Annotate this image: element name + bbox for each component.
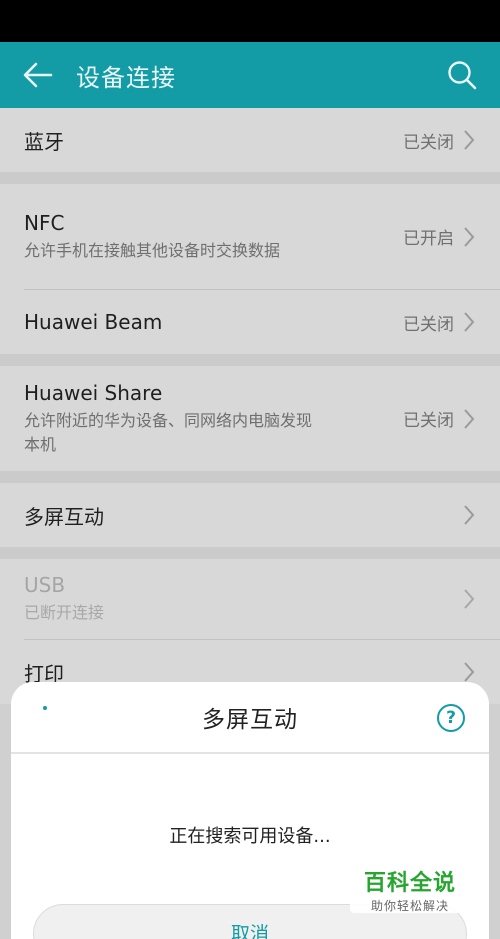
- group-multi-screen: 多屏互动: [0, 483, 500, 547]
- huawei-share-row[interactable]: Huawei Share 允许附近的华为设备、同网络内电脑发现本机 已关闭: [0, 366, 500, 471]
- chevron-right-icon: [464, 505, 475, 525]
- chevron-right-icon: [464, 662, 475, 682]
- loading-spinner-icon: [43, 706, 47, 710]
- page-title: 设备连接: [76, 63, 176, 92]
- arrow-left-icon: [23, 62, 53, 88]
- usb-subtitle: 已断开连接: [24, 603, 105, 622]
- back-button[interactable]: [0, 42, 76, 108]
- chevron-right-icon: [464, 130, 475, 150]
- group-nfc: NFC 允许手机在接触其他设备时交换数据 已开启 Huawei Beam 已关闭: [0, 184, 500, 354]
- watermark-main: 百科全说: [363, 871, 456, 896]
- nfc-subtitle: 允许手机在接触其他设备时交换数据: [24, 240, 281, 260]
- bluetooth-title: 蓝牙: [24, 129, 64, 154]
- chevron-right-icon: [464, 589, 475, 609]
- chevron-right-icon: [464, 312, 475, 332]
- usb-row: USB 已断开连接: [0, 559, 500, 639]
- bluetooth-row[interactable]: 蓝牙 已关闭: [0, 108, 500, 172]
- usb-title: USB: [24, 573, 66, 597]
- app-bar: 设备连接: [0, 42, 500, 108]
- huawei-share-title: Huawei Share: [24, 380, 163, 405]
- dialog-header: 多屏互动 ?: [11, 682, 489, 752]
- huawei-share-subtitle: 允许附近的华为设备、同网络内电脑发现本机: [24, 410, 313, 454]
- huawei-beam-status: 已关闭: [403, 314, 454, 335]
- bluetooth-status: 已关闭: [403, 132, 454, 153]
- searching-message: 正在搜索可用设备...: [169, 826, 331, 847]
- chevron-right-icon: [464, 408, 475, 429]
- watermark-sub: 助你轻松解决: [370, 899, 449, 913]
- settings-list: 蓝牙 已关闭 NFC 允许手机在接触其他设备时交换数据 已开启 Huawei B…: [0, 108, 500, 704]
- multi-screen-title: 多屏互动: [24, 504, 104, 529]
- group-huawei-share: Huawei Share 允许附近的华为设备、同网络内电脑发现本机 已关闭: [0, 366, 500, 471]
- huawei-share-status: 已关闭: [403, 411, 454, 431]
- huawei-beam-row[interactable]: Huawei Beam 已关闭: [0, 290, 500, 354]
- nfc-row[interactable]: NFC 允许手机在接触其他设备时交换数据 已开启: [0, 184, 500, 289]
- status-bar: [0, 0, 500, 42]
- chevron-right-icon: [464, 226, 475, 247]
- dialog-title: 多屏互动: [202, 707, 298, 733]
- search-button[interactable]: [424, 42, 500, 108]
- watermark-logo: 百科全说 助你轻松解决: [350, 861, 470, 913]
- group-bluetooth: 蓝牙 已关闭: [0, 108, 500, 172]
- nfc-title: NFC: [24, 210, 65, 235]
- help-button[interactable]: ?: [437, 704, 465, 732]
- huawei-beam-title: Huawei Beam: [24, 310, 163, 334]
- nfc-status: 已开启: [403, 229, 454, 249]
- multi-screen-row[interactable]: 多屏互动: [0, 483, 500, 547]
- search-icon: [448, 61, 477, 90]
